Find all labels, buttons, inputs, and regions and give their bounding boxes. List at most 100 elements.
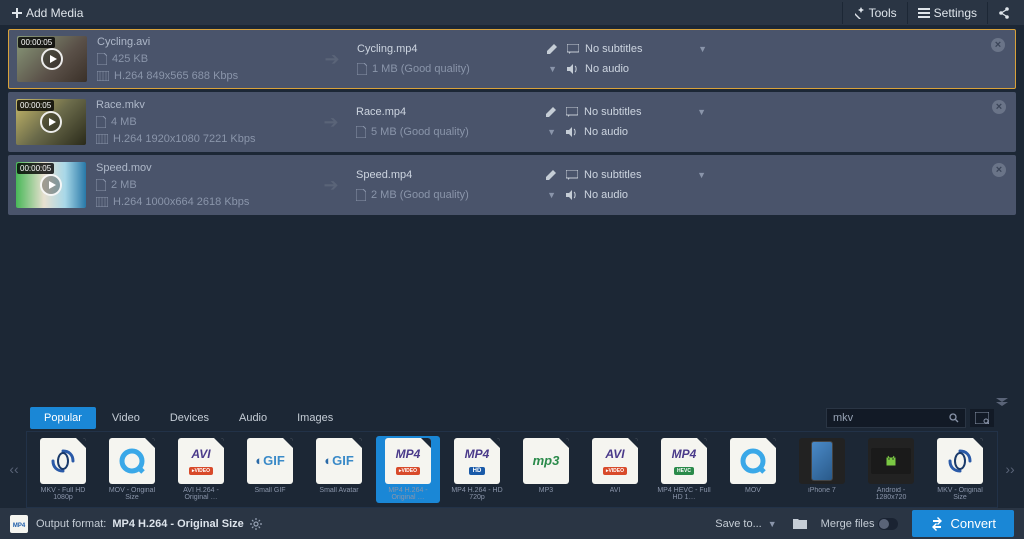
collapse-handle[interactable] [0, 398, 1024, 406]
merge-files-toggle[interactable]: Merge files [815, 514, 905, 534]
output-filename: Race.mp4 [356, 106, 406, 118]
search-text: mkv [833, 412, 853, 424]
bottom-bar: MP4 Output format: MP4 H.264 - Original … [0, 508, 1024, 539]
chevron-down-icon[interactable]: ▼ [547, 127, 556, 137]
subtitles-value: No subtitles [584, 106, 641, 118]
toggle-switch[interactable] [878, 518, 898, 530]
preset-item[interactable]: iPhone 7 [790, 436, 854, 503]
file-row[interactable]: 00:00:05 Cycling.avi 425 KB H.264 849x56… [8, 29, 1016, 89]
save-to-button[interactable]: Save to... ▼ [707, 514, 784, 534]
preset-item[interactable]: MP4HEVCMP4 HEVC - Full HD 1… [652, 436, 716, 503]
preset-row: MKV - Full HD 1080p MOV - Original Size AV… [26, 431, 998, 508]
chevron-down-icon[interactable]: ▼ [548, 64, 557, 74]
tab-popular[interactable]: Popular [30, 407, 96, 429]
play-icon[interactable] [40, 174, 62, 196]
file-row[interactable]: 00:00:05 Race.mkv 4 MB H.264 1920x1080 7… [8, 92, 1016, 152]
output-desc: 1 MB (Good quality) [372, 63, 470, 75]
output-filename: Cycling.mp4 [357, 43, 418, 55]
preset-label: AVI [610, 487, 621, 501]
preset-prev-button[interactable]: ‹‹ [6, 439, 22, 499]
top-toolbar: Add Media Tools Settings [0, 0, 1024, 25]
file-thumbnail[interactable]: 00:00:05 [16, 162, 86, 208]
file-thumbnail[interactable]: 00:00:05 [16, 99, 86, 145]
plus-icon [12, 8, 22, 18]
gear-icon[interactable] [250, 518, 262, 530]
subtitles-value: No subtitles [584, 169, 641, 181]
search-icon [949, 413, 959, 423]
preset-item[interactable]: MP4HDMP4 H.264 - HD 720p [445, 436, 509, 503]
tools-button[interactable]: Tools [842, 2, 907, 24]
source-codec: H.264 1000x664 2618 Kbps [113, 196, 249, 208]
audio-icon [566, 190, 578, 200]
add-media-button[interactable]: Add Media [4, 4, 91, 22]
preset-item[interactable]: AVI▸VIDEOAVI [583, 436, 647, 503]
file-row[interactable]: 00:00:05 Speed.mov 2 MB H.264 1000x664 2… [8, 155, 1016, 215]
remove-file-button[interactable]: × [992, 163, 1006, 177]
hamburger-icon [918, 8, 930, 18]
source-size: 425 KB [112, 53, 148, 65]
audio-value: No audio [584, 189, 628, 201]
preset-label: Small Avatar [319, 487, 358, 501]
tab-video[interactable]: Video [98, 407, 154, 429]
tab-images[interactable]: Images [283, 407, 347, 429]
preset-label: Small GIF [254, 487, 285, 501]
output-desc: 2 MB (Good quality) [371, 189, 469, 201]
file-thumbnail[interactable]: 00:00:05 [17, 36, 87, 82]
preset-item[interactable]: MKV - Full HD 1080p [31, 436, 95, 503]
convert-button[interactable]: Convert [912, 510, 1014, 537]
tools-label: Tools [869, 6, 897, 20]
file-icon [96, 116, 106, 128]
preset-item[interactable]: ◐GIFSmall GIF [238, 436, 302, 503]
merge-label: Merge files [821, 518, 875, 530]
folder-icon[interactable] [793, 518, 807, 530]
output-format-display[interactable]: Output format: MP4 H.264 - Original Size [36, 518, 699, 530]
chevron-down-icon[interactable]: ▼ [547, 190, 556, 200]
save-to-label: Save to... [715, 518, 761, 530]
file-list: 00:00:05 Cycling.avi 425 KB H.264 849x56… [0, 25, 1024, 222]
audio-icon [566, 127, 578, 137]
preset-list-view-button[interactable] [970, 409, 994, 427]
edit-icon[interactable] [546, 107, 556, 117]
arrow-icon: ➔ [316, 175, 346, 196]
preset-search[interactable]: mkv [826, 408, 966, 428]
codec-icon [96, 197, 108, 207]
play-icon[interactable] [41, 48, 63, 70]
tab-audio[interactable]: Audio [225, 407, 281, 429]
output-format-value: MP4 H.264 - Original Size [112, 518, 243, 530]
remove-file-button[interactable]: × [992, 100, 1006, 114]
preset-label: MOV - Original Size [102, 487, 162, 501]
remove-file-button[interactable]: × [991, 38, 1005, 52]
chevron-down-icon[interactable]: ▼ [698, 44, 707, 54]
preset-item[interactable]: MOV [721, 436, 785, 503]
svg-text:MP4: MP4 [13, 523, 26, 529]
preset-item[interactable]: AVI▸VIDEOAVI H.264 - Original … [169, 436, 233, 503]
duration-badge: 00:00:05 [17, 100, 54, 111]
output-filename: Speed.mp4 [356, 169, 412, 181]
source-size: 4 MB [111, 116, 137, 128]
source-filename: Cycling.avi [97, 36, 307, 48]
preset-label: MP4 H.264 - HD 720p [447, 487, 507, 501]
preset-next-button[interactable]: ›› [1002, 439, 1018, 499]
preset-item[interactable]: mp3MP3 [514, 436, 578, 503]
subtitles-value: No subtitles [585, 43, 642, 55]
preset-item[interactable]: ◐GIFSmall Avatar [307, 436, 371, 503]
edit-icon[interactable] [546, 170, 556, 180]
share-button[interactable] [987, 2, 1020, 24]
mp4-format-icon: MP4 [10, 515, 28, 533]
preset-item[interactable]: MOV - Original Size [100, 436, 164, 503]
audio-value: No audio [585, 63, 629, 75]
chevron-down-icon[interactable]: ▼ [697, 107, 706, 117]
codec-icon [96, 134, 108, 144]
source-codec: H.264 1920x1080 7221 Kbps [113, 133, 256, 145]
subtitle-icon [566, 107, 578, 117]
audio-value: No audio [584, 126, 628, 138]
chevron-down-icon: ▼ [768, 519, 777, 529]
preset-item[interactable]: Android - 1280x720 [859, 436, 923, 503]
edit-icon[interactable] [547, 44, 557, 54]
preset-item[interactable]: MKV - Original Size [928, 436, 992, 503]
chevron-down-icon[interactable]: ▼ [697, 170, 706, 180]
settings-button[interactable]: Settings [907, 2, 987, 24]
play-icon[interactable] [40, 111, 62, 133]
tab-devices[interactable]: Devices [156, 407, 223, 429]
preset-item[interactable]: MP4▸VIDEOMP4 H.264 - Original … [376, 436, 440, 503]
